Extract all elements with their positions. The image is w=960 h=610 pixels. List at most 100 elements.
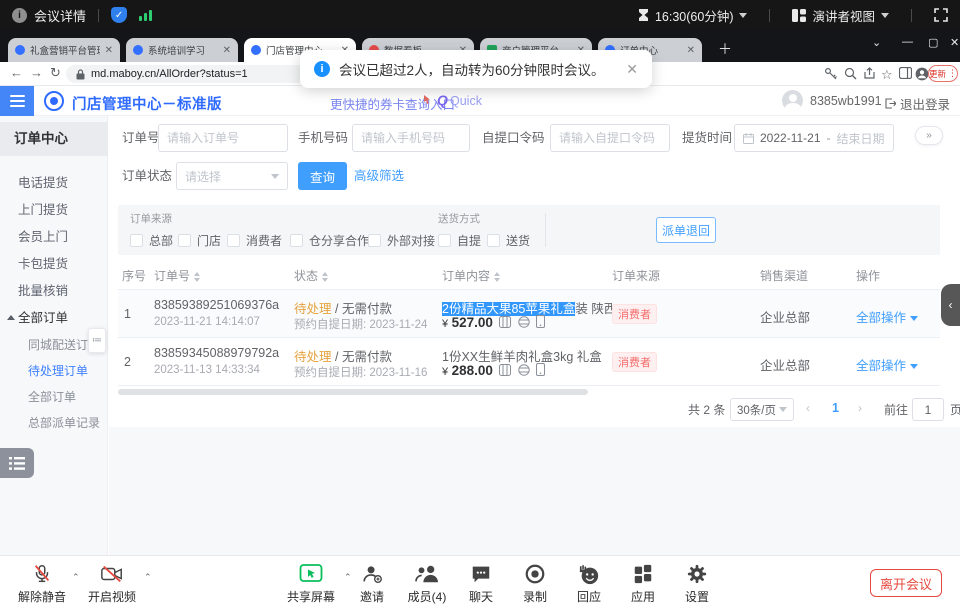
table-row: 2 83859345088979792a 2023-11-13 14:33:34… <box>118 338 940 386</box>
members-button[interactable]: 成员(4) <box>399 563 455 605</box>
row-index: 2 <box>124 355 131 369</box>
col-content[interactable]: 订单内容 <box>442 263 500 290</box>
checkbox-self-pickup[interactable]: 自提 <box>438 232 481 249</box>
row-action-dropdown[interactable]: 全部操作 <box>856 307 918 326</box>
back-icon[interactable]: ← <box>10 65 23 80</box>
dispatch-return-button[interactable]: 派单退回 <box>656 217 716 243</box>
advanced-filter-link[interactable]: 高级筛选 <box>354 162 404 190</box>
sidebar-item-phone-pickup[interactable]: 电话提货 <box>0 170 108 197</box>
order-status-select[interactable]: 请选择 <box>176 162 288 190</box>
order-price: ¥ 527.00 <box>442 315 545 330</box>
tab-close-icon[interactable]: ✕ <box>105 45 113 56</box>
reactions-button[interactable]: 回应 <box>566 563 612 605</box>
checkbox-consumer[interactable]: 消费者 <box>227 232 282 249</box>
record-button[interactable]: 录制 <box>510 563 560 605</box>
leave-meeting-button[interactable]: 离开会议 <box>870 569 942 597</box>
toast-close-icon[interactable]: ✕ <box>626 61 638 78</box>
meeting-detail-link[interactable]: 会议详情 <box>34 6 86 25</box>
share-icon[interactable] <box>863 67 876 83</box>
pickup-date-range[interactable]: 2022-11-21 - 结束日期 <box>734 124 894 152</box>
order-no-input[interactable] <box>158 124 288 152</box>
sidebar-collapse-button[interactable] <box>0 86 34 116</box>
view-mode-dropdown[interactable]: 演讲者视图 <box>792 6 889 25</box>
invite-person-icon <box>361 563 383 585</box>
sort-icon[interactable] <box>322 272 328 282</box>
new-tab-button[interactable]: ＋ <box>718 42 732 56</box>
tab-close-icon[interactable]: ✕ <box>687 45 695 56</box>
window-minimize-button[interactable]: — <box>902 36 913 48</box>
browser-tab-2[interactable]: 系统培训学习 ✕ <box>126 38 238 62</box>
info-icon: i <box>314 61 330 77</box>
sidebar-item-door-pickup[interactable]: 上门提货 <box>0 197 108 224</box>
meeting-list-widget[interactable] <box>0 448 34 478</box>
tab-search-icon[interactable]: ⌄ <box>872 36 881 49</box>
meeting-timer-dropdown[interactable]: 16:30(60分钟) <box>638 6 748 25</box>
reload-icon[interactable]: ↻ <box>50 65 61 81</box>
end-date-placeholder: 结束日期 <box>837 130 885 147</box>
chat-button[interactable]: 聊天 <box>458 563 504 605</box>
pickup-code-input[interactable] <box>550 124 670 152</box>
bookmark-star-icon[interactable]: ☆ <box>881 67 893 83</box>
quick-label[interactable]: Quick <box>450 94 482 108</box>
filter-collapse-pill[interactable]: » <box>915 126 943 145</box>
col-order-no[interactable]: 订单号 <box>154 263 200 290</box>
goto-page-input[interactable] <box>912 398 944 421</box>
sidebar-subitem-hq-dispatch-log[interactable]: 总部派单记录 <box>0 410 108 436</box>
microphone-muted-icon <box>31 563 53 585</box>
sidebar-item-batch-verify[interactable]: 批量核销 <box>0 278 108 305</box>
product-name-highlighted: 2份精品大果85苹果礼盒 <box>442 302 575 316</box>
divider <box>911 9 912 22</box>
table-horizontal-scrollbar[interactable] <box>118 389 588 395</box>
pickup-date-info: 预约自提日期: 2023-11-16 <box>294 364 427 380</box>
sort-icon[interactable] <box>194 272 200 282</box>
pickup-time-label: 提货时间 <box>682 124 732 152</box>
invite-button[interactable]: 邀请 <box>350 563 394 605</box>
sidebar-subitem-all-orders[interactable]: 全部订单 <box>0 384 108 410</box>
sidebar-item-member-visit[interactable]: 会员上门 <box>0 224 108 251</box>
unmute-button[interactable]: 解除静音 <box>10 563 74 605</box>
checkbox-store[interactable]: 门店 <box>178 232 221 249</box>
sidebar-item-card-pickup[interactable]: 卡包提货 <box>0 251 108 278</box>
right-panel-handle[interactable]: ‹ <box>941 284 960 326</box>
browser-tab-1[interactable]: 礼盒营销平台管理中心 ✕ <box>8 38 120 62</box>
checkbox-hq[interactable]: 总部 <box>130 232 173 249</box>
checkbox-delivery[interactable]: 送货 <box>487 232 530 249</box>
logout-button[interactable]: 退出登录 <box>885 94 950 113</box>
chevron-left-icon: ‹ <box>949 298 953 312</box>
checkbox-external[interactable]: 外部对接 <box>368 232 435 249</box>
side-panel-icon[interactable] <box>899 67 912 82</box>
search-button[interactable]: 查询 <box>298 162 347 190</box>
sidebar-handle-toggle[interactable]: ≔ <box>88 328 106 353</box>
mute-options-caret[interactable]: ⌃ <box>72 572 80 583</box>
source-badge-wrap: 消费者 <box>612 304 657 324</box>
meeting-info-icon: i <box>12 8 27 23</box>
forward-icon[interactable]: → <box>30 65 43 80</box>
sidebar-subitem-pending-orders[interactable]: 待处理订单 <box>0 358 108 384</box>
page-size-select[interactable]: 30条/页 <box>730 398 794 421</box>
prev-page-icon[interactable]: ‹ <box>806 401 810 415</box>
settings-button[interactable]: 设置 <box>674 563 720 605</box>
coupon-grid-icon <box>499 364 511 376</box>
col-status[interactable]: 状态 <box>294 263 328 290</box>
fullscreen-icon[interactable] <box>934 8 948 22</box>
meeting-security-shield-icon[interactable]: ✓ <box>111 7 127 23</box>
checkbox-warehouse-share[interactable]: 仓分享合作 <box>290 232 369 249</box>
apps-button[interactable]: 应用 <box>620 563 666 605</box>
sort-icon[interactable] <box>494 272 500 282</box>
browser-update-button[interactable]: 更新 ⋮ <box>928 65 958 82</box>
password-key-icon[interactable] <box>824 67 837 83</box>
start-video-button[interactable]: 开启视频 <box>80 563 144 605</box>
row-action-dropdown[interactable]: 全部操作 <box>856 355 918 374</box>
video-options-caret[interactable]: ⌃ <box>144 572 152 583</box>
phone-input[interactable] <box>352 124 470 152</box>
window-maximize-button[interactable]: ▢ <box>928 36 938 49</box>
next-page-icon[interactable]: › <box>858 401 862 415</box>
source-badge: 消费者 <box>612 352 657 372</box>
current-page[interactable]: 1 <box>832 401 839 415</box>
browser-profile-icon[interactable] <box>915 67 929 84</box>
coupon-grid-icon <box>499 316 511 328</box>
tab-close-icon[interactable]: ✕ <box>223 45 231 56</box>
share-screen-button[interactable]: 共享屏幕 <box>280 563 342 605</box>
window-close-button[interactable]: ✕ <box>950 36 959 49</box>
zoom-icon[interactable] <box>844 67 857 83</box>
